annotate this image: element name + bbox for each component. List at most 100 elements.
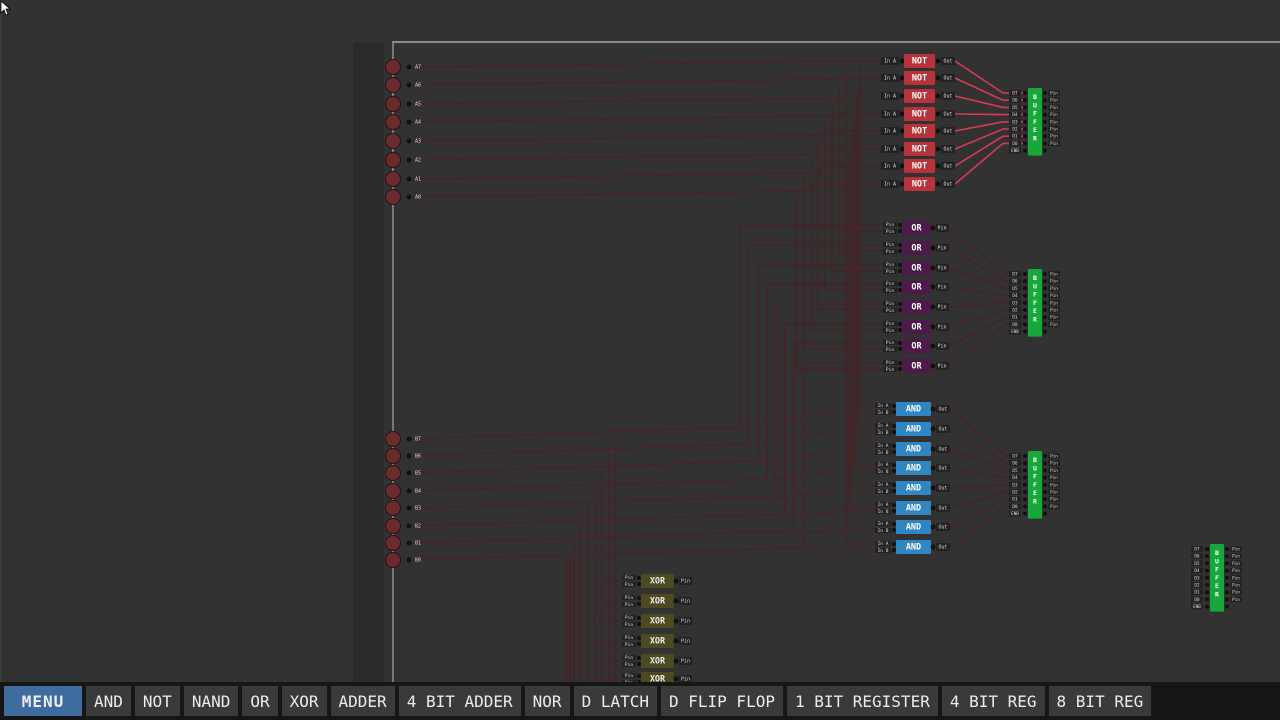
gate-input-label: Pin: [625, 602, 633, 608]
gate-pin-dot: [930, 324, 936, 330]
gate-input-label: Pin: [625, 622, 633, 628]
gate-pin-dot: [1043, 127, 1047, 131]
buffer-label-letter: E: [1215, 582, 1219, 590]
buffer-label-letter: F: [1215, 574, 1219, 582]
and-gate: In AIn B AND Out: [875, 442, 950, 456]
toolbar-xor[interactable]: XOR: [281, 686, 327, 716]
wire: [411, 60, 880, 68]
toolbar-adder[interactable]: ADDER: [330, 686, 395, 716]
gate-pin-dot: [1205, 575, 1209, 580]
and-gate-label: AND: [906, 464, 921, 474]
input-toggle[interactable]: [385, 133, 401, 149]
gate-output-label: Out: [938, 486, 947, 492]
input-toggle[interactable]: [385, 431, 401, 447]
input-toggle[interactable]: [385, 152, 401, 168]
gate-pin-dot: [1043, 511, 1047, 516]
gate-input-label: In A: [884, 164, 896, 170]
toolbar-4-bit-adder[interactable]: 4 BIT ADDER: [398, 686, 521, 716]
circuit-diagram[interactable]: A7 A6 A5 A4 A3 A2 A1 A0 B7 B6 B5 B4 B3 B2 B1 B0 In A NOT O…: [0, 0, 1280, 682]
gate-input-label: In A: [878, 403, 889, 409]
gate-pin-dot: [1043, 148, 1047, 153]
toolbar-8-bit-reg[interactable]: 8 BIT REG: [1048, 686, 1152, 716]
input-pin-label: A2: [415, 158, 421, 164]
toolbar-not[interactable]: NOT: [134, 686, 180, 716]
gate-input-label: In A: [884, 182, 896, 188]
circuit-canvas[interactable]: A7 A6 A5 A4 A3 A2 A1 A0 B7 B6 B5 B4 B3 B2 B1 B0 In A NOT O…: [0, 0, 1280, 682]
input-toggle[interactable]: [385, 535, 401, 551]
gate-pin-dot: [1043, 468, 1047, 473]
input-pin-dot: [406, 119, 412, 125]
gate-pin-dot: [1043, 322, 1047, 327]
input-toggle[interactable]: [385, 114, 401, 130]
gate-output-label: Pin: [681, 639, 690, 645]
gate-pin-dot: [637, 622, 641, 626]
wire: [948, 267, 1024, 290]
input-a-0: A7: [385, 59, 421, 75]
and-gate-label: AND: [906, 405, 921, 415]
menu-button[interactable]: MENU: [4, 686, 82, 716]
wire: [411, 303, 882, 509]
not-gate: In A NOT Out: [881, 89, 955, 103]
wire: [411, 342, 882, 544]
buffer-label-letter: B: [1033, 93, 1037, 101]
input-pin-label: B1: [415, 541, 421, 547]
or-gate-label: OR: [911, 283, 922, 293]
wire: [949, 408, 1024, 457]
gate-input-label: In B: [878, 410, 889, 416]
toolbar-d-flip-flop[interactable]: D FLIP FLOP: [661, 686, 783, 716]
gate-output-label: Out: [938, 466, 947, 472]
buffer-pin-label: Pin: [1050, 272, 1058, 278]
gate-pin-dot: [1023, 511, 1027, 516]
input-toggle[interactable]: [385, 448, 401, 464]
gate-pin-dot: [1023, 461, 1027, 466]
input-toggle[interactable]: [385, 189, 401, 205]
input-toggle[interactable]: [385, 171, 401, 187]
gate-pin-dot: [637, 582, 641, 586]
buffer-pin-label: D3: [1012, 119, 1018, 125]
input-toggle[interactable]: [385, 465, 401, 481]
input-toggle[interactable]: [385, 96, 401, 112]
toolbar-or[interactable]: OR: [242, 686, 278, 716]
input-toggle[interactable]: [385, 59, 401, 75]
toolbar-4-bit-reg[interactable]: 4 BIT REG: [941, 686, 1045, 716]
gate-pin-dot: [898, 223, 902, 227]
gate-pin-dot: [1205, 568, 1209, 573]
input-pin-dot: [406, 523, 412, 529]
gate-pin-dot: [1023, 119, 1027, 124]
gate-pin-dot: [1043, 286, 1047, 291]
gate-pin-dot: [637, 642, 641, 646]
toolbar-nor[interactable]: NOR: [524, 686, 570, 716]
not-gate: In A NOT Out: [881, 142, 955, 156]
input-toggle[interactable]: [385, 500, 401, 516]
toolbar-nand[interactable]: NAND: [183, 686, 239, 716]
gate-input-label: In B: [878, 509, 889, 515]
gate-pin-dot: [673, 618, 679, 624]
toolbar-1-bit-register[interactable]: 1 BIT REGISTER: [786, 686, 938, 716]
gate-pin-dot: [930, 304, 936, 310]
buffer-label-letter: F: [1215, 566, 1219, 574]
gate-pin-dot: [1023, 112, 1027, 117]
buffer-pin-label: Pin: [1050, 127, 1058, 133]
gate-pin-dot: [898, 269, 902, 273]
gate-pin-dot: [1043, 272, 1047, 276]
not-gate-label: NOT: [912, 145, 927, 155]
and-gate: In AIn B AND Out: [875, 422, 950, 436]
gate-input-label: Pin: [886, 340, 894, 346]
gate-input-label: Pin: [625, 575, 633, 581]
gate-pin-dot: [1205, 583, 1209, 587]
input-toggle[interactable]: [385, 552, 401, 568]
not-gate-label: NOT: [912, 74, 927, 84]
buffer-pin-label: D6: [1012, 98, 1018, 104]
not-gate: In A NOT Out: [881, 71, 955, 85]
input-toggle[interactable]: [385, 518, 401, 534]
gate-pin-dot: [899, 93, 905, 99]
buffer-pin-label: D6: [1194, 554, 1200, 560]
input-toggle[interactable]: [385, 77, 401, 93]
gate-input-label: Pin: [886, 328, 894, 334]
input-toggle[interactable]: [385, 483, 401, 499]
gate-pin-dot: [1225, 568, 1229, 573]
buffer-label-letter: B: [1033, 456, 1037, 464]
toolbar-and[interactable]: AND: [86, 686, 131, 716]
toolbar-d-latch[interactable]: D LATCH: [573, 686, 657, 716]
xor-gate: PinPinXORPin: [622, 634, 692, 648]
